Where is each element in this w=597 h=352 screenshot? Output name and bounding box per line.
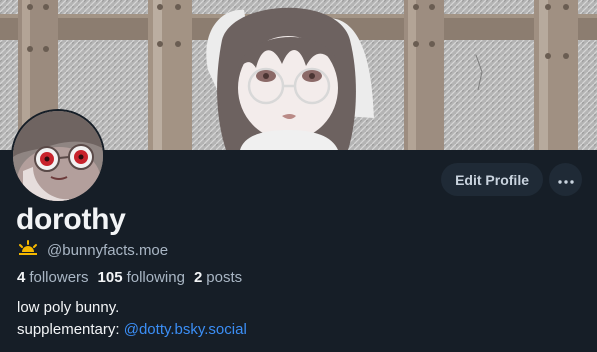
- posts-stat: 2 posts: [194, 269, 242, 286]
- bio-link[interactable]: @dotty.bsky.social: [124, 321, 247, 338]
- display-name: dorothy: [16, 203, 126, 236]
- followers-label: followers: [29, 269, 89, 286]
- sun-icon: [17, 240, 39, 260]
- followers-count: 4: [17, 269, 26, 286]
- ellipsis-icon: [557, 172, 574, 187]
- followers-stat[interactable]: 4 followers: [17, 269, 89, 286]
- following-stat[interactable]: 105 following: [98, 269, 185, 286]
- posts-count: 2: [193, 269, 203, 286]
- bio-line: low poly bunny.: [17, 299, 120, 316]
- profile-actions: Edit Profile: [441, 163, 582, 196]
- profile-stats: 4 followers 105 following 2 posts: [17, 269, 242, 286]
- following-count: 105: [97, 269, 123, 286]
- edit-profile-button[interactable]: Edit Profile: [441, 163, 543, 196]
- following-label: following: [126, 269, 185, 286]
- bio-line: supplementary: @dotty.bsky.social: [17, 319, 247, 341]
- handle-row: @bunnyfacts.moe: [17, 240, 168, 260]
- more-options-button[interactable]: [549, 163, 582, 196]
- handle: @bunnyfacts.moe: [47, 241, 169, 259]
- bio: low poly bunny. supplementary: @dotty.bs…: [17, 297, 247, 341]
- bio-prefix: supplementary:: [17, 321, 120, 338]
- avatar[interactable]: [11, 109, 105, 203]
- posts-label: posts: [206, 269, 243, 286]
